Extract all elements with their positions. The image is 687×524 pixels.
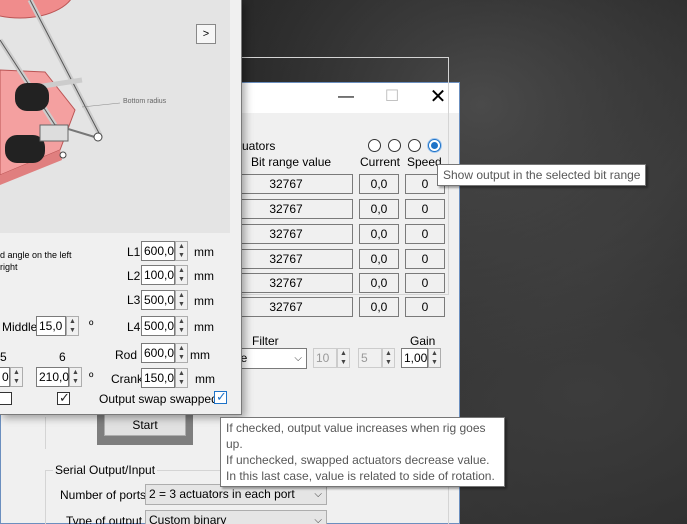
tooltip-line: If unchecked, swapped actuators decrease…	[226, 453, 490, 467]
geometry-window: Bottom radius > d angle on the left righ…	[0, 0, 242, 415]
range-radio-1[interactable]	[368, 139, 381, 152]
value-6-unit: º	[89, 370, 94, 384]
filter-b-input[interactable]: 5	[358, 348, 382, 368]
gain-label: Gain	[410, 334, 436, 348]
rod-unit: mm	[190, 348, 210, 362]
l2-unit: mm	[194, 269, 214, 283]
speed-field: 0	[405, 249, 445, 269]
value-5-input[interactable]: 0	[0, 367, 10, 387]
type-select[interactable]: Custom binary ⌵	[145, 510, 327, 524]
column-6-label: 6	[59, 350, 66, 364]
l2-spinner[interactable]: ▲ ▼	[175, 265, 188, 285]
ports-select-value: 2 = 3 actuators in each port	[149, 487, 295, 501]
filter-a-spinner[interactable]: ▲ ▼	[337, 348, 350, 368]
filter-label: Filter	[252, 334, 279, 348]
bit-range-tooltip: Show output in the selected bit range	[437, 164, 647, 186]
start-button[interactable]: Start	[104, 414, 186, 436]
rod-label: Rod	[115, 348, 138, 362]
chevron-down-icon: ⌵	[314, 489, 322, 500]
l3-input[interactable]: 500,0	[141, 290, 175, 310]
option-6-checkbox[interactable]	[57, 390, 70, 406]
gain-spinner[interactable]: ▲ ▼	[428, 348, 441, 368]
l4-unit: mm	[194, 320, 214, 334]
output-swap-tooltip: If checked, output value increases when …	[220, 417, 505, 487]
l4-input[interactable]: 500,0	[141, 316, 175, 336]
value-5-spinner[interactable]: ▲ ▼	[10, 367, 23, 387]
rod-input[interactable]: 600,0	[141, 343, 175, 363]
speed-field: 0	[405, 297, 445, 317]
crank-input[interactable]: 150,0	[141, 368, 175, 388]
chevron-down-icon: ⌵	[314, 515, 322, 524]
chevron-down-icon: ⌵	[294, 353, 302, 364]
middle-spinner[interactable]: ▲ ▼	[66, 316, 79, 336]
bottom-radius-label: Bottom radius	[123, 98, 167, 105]
middle-input[interactable]: 15,0	[36, 316, 66, 336]
l1-input[interactable]: 600,0	[141, 241, 175, 261]
column-5-label: 5	[0, 350, 7, 364]
l3-label: L3	[127, 293, 141, 307]
l2-label: L2	[127, 269, 141, 283]
type-label: Type of output	[66, 514, 143, 524]
tooltip-line: If checked, output value increases when …	[226, 421, 486, 451]
current-field: 0,0	[359, 224, 399, 244]
value-6-spinner[interactable]: ▲ ▼	[69, 367, 82, 387]
value-6-input[interactable]: 210,0	[36, 367, 69, 387]
crank-spinner[interactable]: ▲ ▼	[175, 368, 188, 388]
speed-field: 0	[405, 199, 445, 219]
current-field: 0,0	[359, 297, 399, 317]
tooltip-line: In this last case, value is related to s…	[226, 469, 495, 483]
l1-label: L1	[127, 245, 141, 259]
l2-input[interactable]: 100,0	[141, 265, 175, 285]
rod-spinner[interactable]: ▲ ▼	[175, 343, 188, 363]
middle-label: Middle	[2, 320, 38, 334]
l3-spinner[interactable]: ▲ ▼	[175, 290, 188, 310]
l1-spinner[interactable]: ▲ ▼	[175, 241, 188, 261]
current-field: 0,0	[359, 199, 399, 219]
rig-diagram: Bottom radius >	[0, 0, 230, 233]
note-line-1: d angle on the left	[0, 250, 72, 260]
serial-group-title: Serial Output/Input	[53, 463, 158, 477]
range-radio-2[interactable]	[388, 139, 401, 152]
filter-a-input[interactable]: 10	[313, 348, 337, 368]
next-image-button[interactable]: >	[196, 24, 216, 44]
crank-label: Crank	[111, 372, 144, 386]
ports-select[interactable]: 2 = 3 actuators in each port ⌵	[145, 484, 327, 505]
type-select-value: Custom binary	[149, 513, 227, 524]
l4-spinner[interactable]: ▲ ▼	[175, 316, 188, 336]
note-line-2: right	[0, 262, 18, 272]
current-field: 0,0	[359, 249, 399, 269]
range-radio-bit[interactable]	[428, 139, 441, 152]
bit-range-header: Bit range value	[251, 155, 332, 169]
middle-unit: º	[89, 318, 94, 332]
l3-unit: mm	[194, 294, 214, 308]
output-swap-checkbox[interactable]	[214, 389, 227, 405]
l4-label: L4	[127, 320, 141, 334]
output-swap-label: Output swap swapped	[99, 392, 218, 406]
filter-b-spinner[interactable]: ▲ ▼	[382, 348, 395, 368]
speed-field: 0	[405, 273, 445, 293]
gain-input[interactable]: 1,00	[401, 348, 428, 368]
actuators-group-title: uators	[240, 139, 278, 153]
range-radio-3[interactable]	[408, 139, 421, 152]
speed-field: 0	[405, 224, 445, 244]
l1-unit: mm	[194, 245, 214, 259]
current-field: 0,0	[359, 174, 399, 194]
ports-label: Number of ports	[60, 488, 147, 502]
option-5-checkbox[interactable]	[0, 392, 12, 405]
current-field: 0,0	[359, 273, 399, 293]
crank-unit: mm	[195, 372, 215, 386]
current-header: Current	[360, 155, 401, 169]
